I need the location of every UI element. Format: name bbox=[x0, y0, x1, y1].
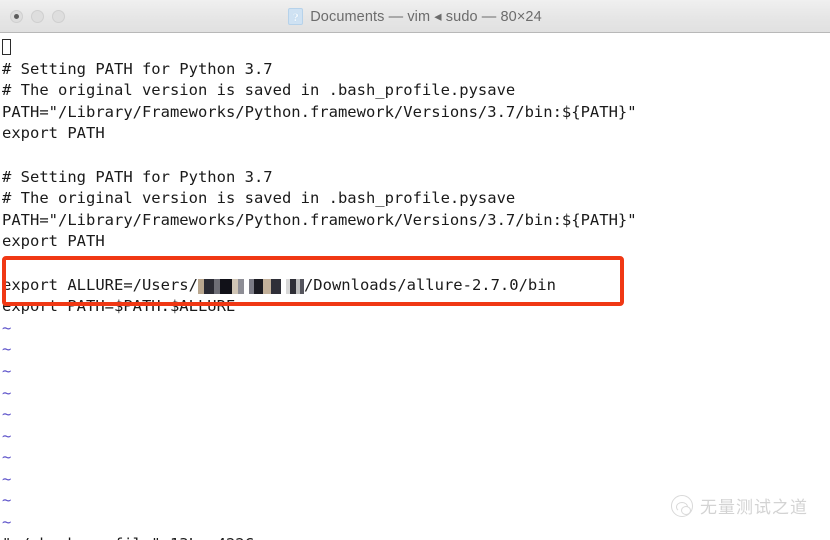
vim-tilde-line: ~ bbox=[2, 318, 12, 337]
terminal-line: # The original version is saved in .bash… bbox=[2, 81, 516, 100]
minimize-button[interactable] bbox=[31, 9, 44, 23]
terminal-line: # The original version is saved in .bash… bbox=[2, 189, 516, 208]
window-titlebar: ? Documents — vim ◂ sudo — 80×24 bbox=[0, 0, 830, 33]
terminal-window: ? Documents — vim ◂ sudo — 80×24 # Setti… bbox=[0, 0, 830, 540]
redacted-username bbox=[197, 278, 304, 294]
close-button[interactable] bbox=[10, 9, 23, 23]
terminal-content[interactable]: # Setting PATH for Python 3.7 # The orig… bbox=[0, 33, 830, 540]
terminal-line: # Setting PATH for Python 3.7 bbox=[2, 167, 273, 186]
vim-status-line: "~/.bash_profile" 13L, 422C bbox=[2, 534, 830, 540]
terminal-line: export PATH bbox=[2, 232, 105, 251]
unknown-document-icon: ? bbox=[288, 8, 304, 25]
vim-tilde-line: ~ bbox=[2, 405, 12, 424]
text-cursor bbox=[2, 39, 11, 55]
vim-tilde-line: ~ bbox=[2, 469, 12, 488]
terminal-line: PATH="/Library/Frameworks/Python.framewo… bbox=[2, 210, 637, 229]
window-title: Documents — vim ◂ sudo — 80×24 bbox=[310, 8, 542, 25]
zoom-button[interactable] bbox=[52, 9, 65, 23]
wechat-logo-icon bbox=[671, 494, 693, 517]
terminal-line-allure-export: export ALLURE=/Users/ /Downloads/allure-2… bbox=[2, 275, 830, 297]
terminal-line: # Setting PATH for Python 3.7 bbox=[2, 59, 273, 78]
terminal-line-cursor bbox=[2, 37, 830, 59]
terminal-line: PATH="/Library/Frameworks/Python.framewo… bbox=[2, 102, 637, 121]
allure-export-suffix: /Downloads/allure-2.7.0/bin bbox=[303, 275, 556, 294]
vim-tilde-line: ~ bbox=[2, 340, 12, 359]
terminal-line-allure-path: export PATH=$PATH:$ALLURE bbox=[2, 297, 236, 316]
watermark-text: 无量测试之道 bbox=[700, 498, 808, 518]
watermark: 无量测试之道 bbox=[671, 493, 808, 518]
vim-tilde-line: ~ bbox=[2, 448, 12, 467]
window-controls bbox=[0, 9, 65, 23]
vim-tilde-line: ~ bbox=[2, 426, 12, 445]
vim-tilde-line: ~ bbox=[2, 361, 12, 380]
terminal-line: export PATH bbox=[2, 124, 105, 143]
allure-export-prefix: export ALLURE=/Users/ bbox=[2, 275, 198, 294]
window-title-group: ? Documents — vim ◂ sudo — 80×24 bbox=[0, 0, 830, 33]
vim-tilde-line: ~ bbox=[2, 383, 12, 402]
